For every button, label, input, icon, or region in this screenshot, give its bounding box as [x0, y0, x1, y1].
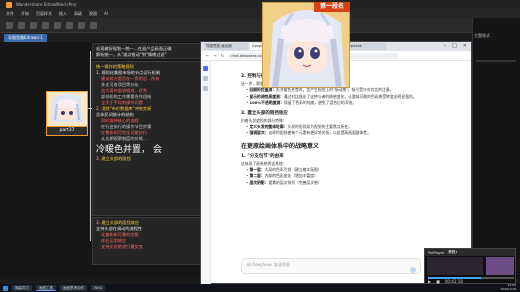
summary-icon[interactable] — [90, 21, 97, 29]
minimize-icon[interactable]: – — [444, 43, 447, 49]
menu-ai[interactable]: AI — [104, 11, 108, 16]
topic-bottom[interactable]: 3. 建立头部的阻挡效应 支持头部在调动的流程性 北美和新可靠的交易 体业运用效… — [92, 217, 202, 265]
back-icon[interactable]: ← — [206, 53, 209, 58]
new-chat-icon[interactable] — [203, 76, 208, 81]
taskbar: 福森同习 画图工具 画面思考动作 WhQ 11:05 2025/1/18 — [0, 284, 520, 292]
history-icon[interactable] — [203, 86, 208, 91]
chat-response: 2. 控制与执行 这一步，需要明确每一个步骤中的方法： • 回顾阿拉盖测：先冷暖… — [241, 70, 461, 255]
anime-girl-icon — [263, 3, 349, 87]
list-item: • 强调层次：这样的阻挡使每个元素有更好地关系，以此提高画面整体性。 — [246, 130, 371, 135]
add-subtopic-icon[interactable] — [42, 21, 49, 29]
menu-view[interactable]: 视图 — [89, 11, 97, 17]
topic-top-line2: 解析统一，从"减点推动"到"情绪过滤" — [96, 52, 167, 57]
list-item: • 100%不透明度测：保留了色彩的纯度，避免了混合后的浑浊。 — [246, 100, 357, 105]
video-frame[interactable] — [427, 257, 483, 275]
topic-bullet: 支持文化的流行量交叉 — [101, 244, 143, 249]
callout-icon[interactable] — [66, 21, 73, 29]
redo-icon[interactable] — [18, 21, 25, 29]
reload-icon[interactable]: ↻ — [221, 53, 224, 58]
player-titlebar: PotPlayer 教程1 — [425, 249, 515, 256]
topic-top[interactable]: 宏观做好规划—统一…在返产品画面正确 解析统一，从"减点推动"到"情绪过滤" — [92, 43, 212, 59]
major-heading: 在更原绘画体系中的战略意义 — [241, 142, 320, 150]
forward-icon[interactable]: → — [213, 53, 216, 58]
tray-date: 2025/1/18 — [500, 287, 516, 291]
topic-image-label[interactable]: part37 — [46, 127, 88, 136]
section-heading: 3. 建立头部的阻挡效应 — [241, 110, 288, 116]
connector-trunk — [90, 51, 91, 241]
document-tab[interactable]: 导图思路Edrawn-1 — [4, 33, 47, 42]
undo-icon[interactable] — [6, 21, 13, 29]
taskbar-item[interactable]: WhQ — [91, 285, 106, 291]
maximize-icon[interactable]: □ — [452, 43, 457, 49]
menu-advanced[interactable]: 高级 — [74, 11, 82, 17]
topic-image-node[interactable] — [46, 91, 88, 127]
boundary-icon[interactable] — [78, 21, 85, 29]
taskbar-item[interactable]: 福森同习 — [12, 285, 32, 291]
app-titlebar: Wondershare EdrawMind (Pro) — [0, 0, 520, 9]
image-caption-badge: 第一段名 — [314, 2, 350, 12]
menu-file[interactable]: 文件 — [6, 11, 14, 17]
menu-start[interactable]: 开始 — [21, 11, 29, 17]
window-controls: – □ × — [444, 43, 467, 49]
topic-bullet: 从长期观察制度的价格… — [101, 136, 148, 141]
sub-heading: 1. "分支包节"的由来 — [241, 153, 284, 159]
send-icon[interactable] — [410, 267, 416, 273]
add-topic-icon[interactable] — [30, 21, 37, 29]
chat-sidebar — [201, 61, 211, 284]
app-logo-icon — [6, 1, 12, 8]
chat-input[interactable]: 给 DeepSeek 发送消息 — [241, 258, 421, 274]
format-panel-tab[interactable]: 主题格式 — [474, 33, 490, 39]
video-thumbnail[interactable] — [486, 257, 514, 275]
menu-insert[interactable]: 插入 — [59, 11, 67, 17]
list-item: • 层次阴影：要素的层次排列（完善层次感） — [246, 179, 322, 185]
floating-reference-image[interactable] — [262, 2, 350, 88]
player-title: 教程1 — [448, 250, 458, 254]
deepseek-logo-icon[interactable] — [203, 66, 208, 71]
menu-page-style[interactable]: 页面样式 — [36, 11, 52, 17]
browser-tab[interactable]: 导图思路-画出面 — [204, 43, 248, 50]
video-player[interactable]: PotPlayer 教程1 ▶ ■ 00:42:18 — [424, 248, 516, 284]
topic-large-text: 冷暖色并置， 会 — [96, 145, 162, 155]
anime-portrait-icon — [47, 92, 87, 126]
close-icon[interactable]: × — [463, 43, 467, 49]
taskbar-item[interactable]: 画面思考动作 — [60, 285, 87, 291]
panel-divider — [476, 60, 516, 62]
menu-bar: 文件 开始 页面样式 插入 高级 视图 AI — [0, 9, 520, 18]
document-tabbar: 导图思路Edrawn-1 — [0, 33, 200, 42]
topic-main[interactable]: 统一操作的策略规则 1. 规则化美股市场的节点运行机制 建议前方是否在一旁的总…… — [92, 61, 202, 216]
topic-heading: 3. 建立头部的阻挡 — [96, 156, 131, 161]
player-app-name: PotPlayer — [428, 250, 445, 255]
format-panel[interactable] — [472, 18, 520, 279]
taskbar-item[interactable]: 画图工具 — [36, 285, 56, 291]
start-icon[interactable] — [3, 285, 8, 291]
toolbar — [0, 18, 520, 33]
relationship-icon[interactable] — [54, 21, 61, 29]
system-tray-clock[interactable]: 11:05 2025/1/18 — [501, 284, 516, 292]
app-title: Wondershare EdrawMind (Pro) — [16, 2, 77, 7]
